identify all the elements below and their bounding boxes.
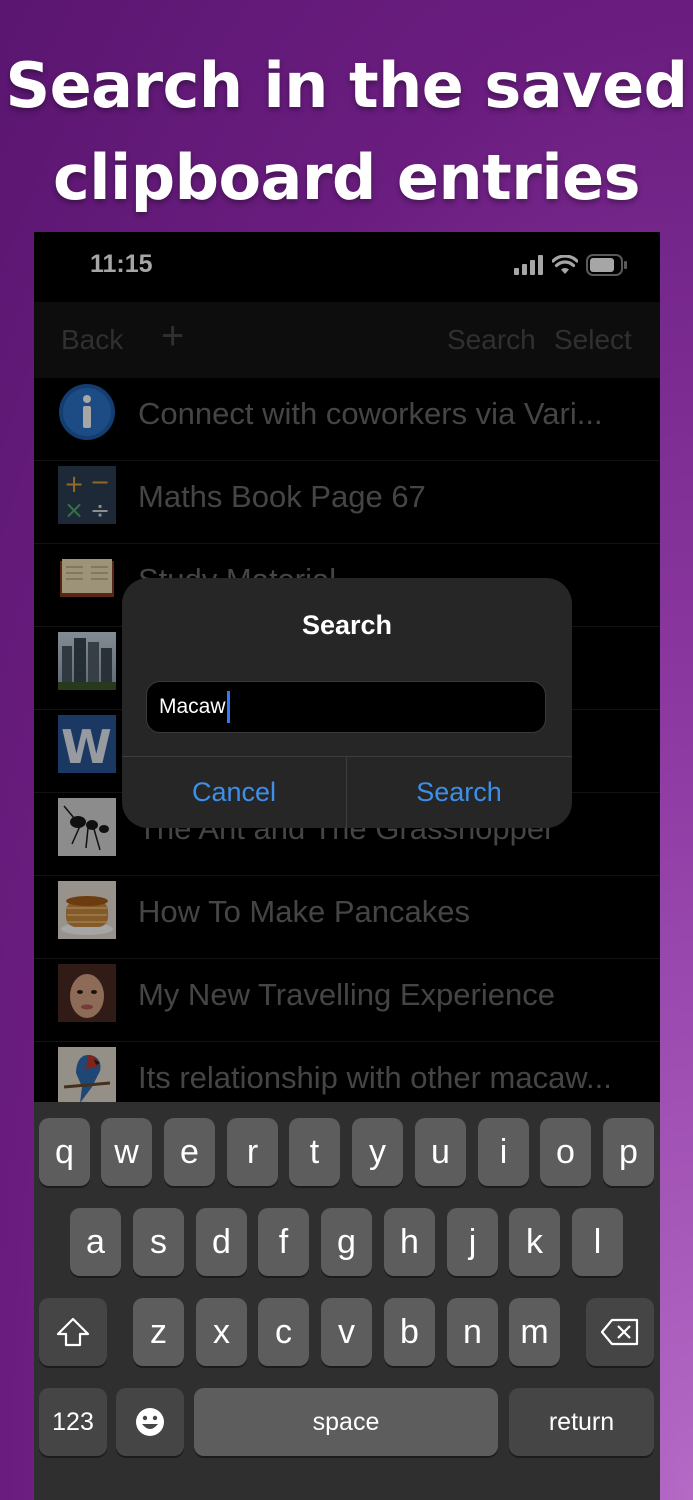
key-l[interactable]: l <box>572 1208 623 1276</box>
dialog-title: Search <box>301 610 393 640</box>
key-s[interactable]: s <box>133 1208 184 1276</box>
key-q[interactable]: q <box>39 1118 90 1186</box>
key-c[interactable]: c <box>258 1298 309 1366</box>
shift-icon <box>56 1317 90 1347</box>
backspace-icon <box>600 1318 639 1346</box>
key-o[interactable]: o <box>540 1118 591 1186</box>
key-z[interactable]: z <box>133 1298 184 1366</box>
key-j[interactable]: j <box>447 1208 498 1276</box>
key-b[interactable]: b <box>384 1298 435 1366</box>
key-e[interactable]: e <box>164 1118 215 1186</box>
key-m[interactable]: m <box>509 1298 560 1366</box>
return-key[interactable]: return <box>509 1388 654 1456</box>
key-i[interactable]: i <box>478 1118 529 1186</box>
delete-key[interactable] <box>586 1298 654 1366</box>
keyboard: q w e r t y u i o p a s d f g h j k l z … <box>34 1102 660 1500</box>
space-key[interactable]: space <box>194 1388 498 1456</box>
emoji-key[interactable] <box>116 1388 184 1456</box>
key-w[interactable]: w <box>101 1118 152 1186</box>
key-t[interactable]: t <box>289 1118 340 1186</box>
key-h[interactable]: h <box>384 1208 435 1276</box>
key-v[interactable]: v <box>321 1298 372 1366</box>
phone-screen: 11:15 Back + Search Select Connect with … <box>34 232 660 1500</box>
search-dialog: Search Macaw Cancel Search <box>122 578 572 828</box>
key-x[interactable]: x <box>196 1298 247 1366</box>
shift-key[interactable] <box>39 1298 107 1366</box>
headline-line-2: clipboard entries <box>52 141 641 214</box>
key-g[interactable]: g <box>321 1208 372 1276</box>
key-a[interactable]: a <box>70 1208 121 1276</box>
search-input-value: Macaw <box>159 695 226 718</box>
key-p[interactable]: p <box>603 1118 654 1186</box>
emoji-icon <box>136 1408 164 1436</box>
key-r[interactable]: r <box>227 1118 278 1186</box>
key-d[interactable]: d <box>196 1208 247 1276</box>
key-f[interactable]: f <box>258 1208 309 1276</box>
headline-line-1: Search in the saved <box>5 49 688 122</box>
confirm-search-button[interactable]: Search <box>347 756 571 828</box>
headline: Search in the saved clipboard entries <box>0 40 693 224</box>
search-input[interactable]: Macaw <box>146 681 546 733</box>
numbers-key[interactable]: 123 <box>39 1388 107 1456</box>
key-n[interactable]: n <box>447 1298 498 1366</box>
text-cursor <box>226 691 230 723</box>
key-u[interactable]: u <box>415 1118 466 1186</box>
key-y[interactable]: y <box>352 1118 403 1186</box>
cancel-button[interactable]: Cancel <box>122 756 346 828</box>
key-k[interactable]: k <box>509 1208 560 1276</box>
